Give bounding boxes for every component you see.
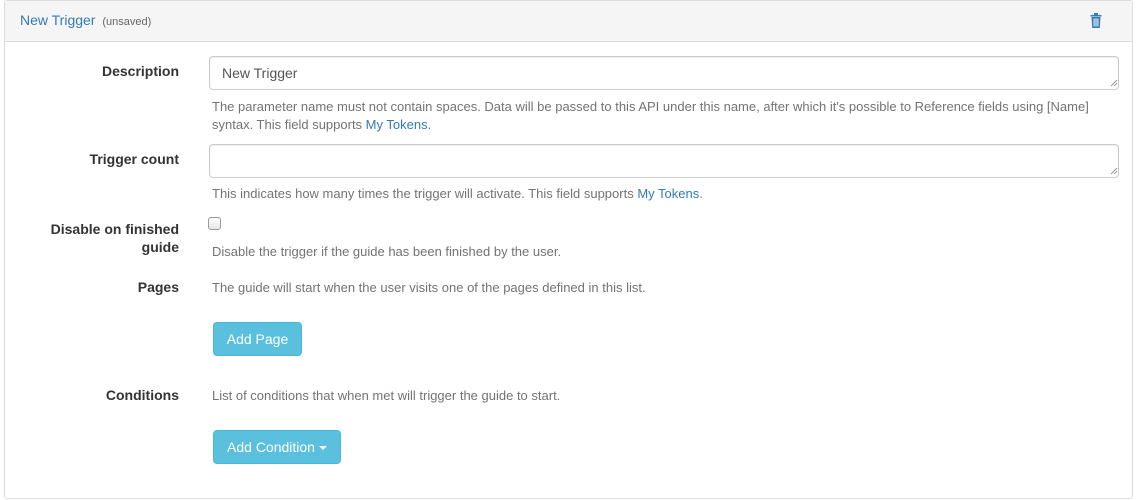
- disable-finished-help: Disable the trigger if the guide has bee…: [212, 244, 562, 259]
- resize-grip-icon[interactable]: [1110, 79, 1118, 87]
- add-condition-label[interactable]: Add Condition: [227, 439, 315, 455]
- description-tokens-link[interactable]: My Tokens: [366, 117, 428, 132]
- trigger-title[interactable]: New Trigger (unsaved): [20, 12, 151, 28]
- panel-heading: New Trigger (unsaved): [5, 1, 1132, 42]
- add-condition-button[interactable]: Add Condition: [213, 430, 341, 464]
- caret-down-icon[interactable]: [318, 446, 327, 451]
- trigger-count-tokens-link[interactable]: My Tokens: [637, 186, 699, 201]
- disable-finished-checkbox[interactable]: [208, 217, 221, 230]
- trash-icon[interactable]: [1090, 13, 1102, 28]
- pages-help: The guide will start when the user visit…: [212, 280, 646, 295]
- trigger-count-help: This indicates how many times the trigge…: [212, 185, 1112, 203]
- conditions-label: Conditions: [105, 387, 179, 403]
- description-help-suffix: .: [427, 117, 432, 132]
- conditions-help: List of conditions that when met will tr…: [212, 388, 561, 403]
- trigger-panel: New Trigger (unsaved) Description The pa…: [4, 0, 1133, 499]
- description-label: Description: [101, 63, 179, 79]
- disable-finished-label-line2: guide: [141, 239, 179, 255]
- description-input[interactable]: [209, 56, 1119, 90]
- description-help-text: The parameter name must not contain spac…: [212, 99, 1089, 132]
- trigger-count-help-text: This indicates how many times the trigge…: [212, 186, 638, 201]
- pages-label: Pages: [137, 279, 179, 295]
- trigger-count-label: Trigger count: [89, 151, 179, 167]
- disable-finished-label-line1: Disable on finished: [50, 221, 179, 237]
- trigger-count-input[interactable]: [209, 144, 1119, 178]
- unsaved-label: (unsaved): [102, 16, 152, 28]
- trigger-count-help-suffix: .: [699, 186, 703, 201]
- add-page-button[interactable]: Add Page: [213, 322, 302, 356]
- resize-grip-icon[interactable]: [1110, 167, 1118, 175]
- trigger-title-text[interactable]: New Trigger: [20, 12, 95, 28]
- description-help: The parameter name must not contain spac…: [212, 98, 1112, 134]
- disable-finished-label: Disable on finished guide: [19, 220, 179, 256]
